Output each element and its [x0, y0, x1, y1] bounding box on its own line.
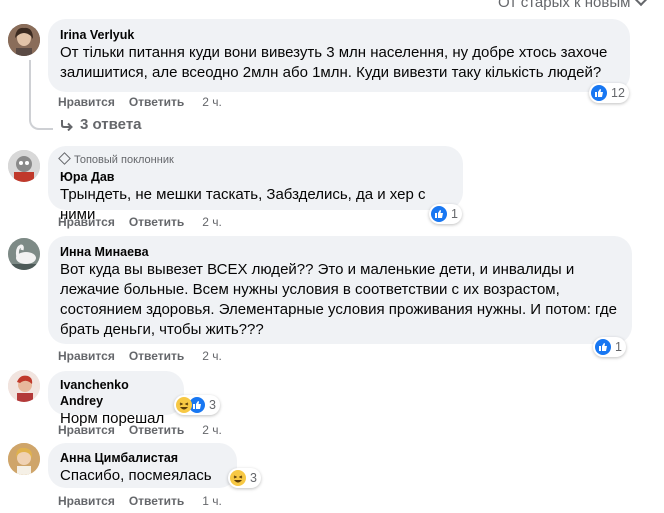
comment-timestamp[interactable]: 1 ч.	[202, 494, 222, 508]
chevron-down-icon	[634, 0, 649, 7]
comment-bubble: Анна Цимбалистая Спасибо, посмеялась	[48, 443, 237, 488]
like-icon	[431, 206, 447, 222]
thread-line	[29, 60, 53, 130]
comment-timestamp[interactable]: 2 ч.	[202, 423, 222, 437]
reaction-summary[interactable]: 1	[429, 204, 462, 224]
reaction-summary[interactable]: 3	[228, 468, 261, 488]
reaction-count: 3	[250, 471, 257, 485]
comment-text: От тільки питання куди вони вивезуть 3 м…	[60, 44, 608, 81]
like-button[interactable]: Нравится	[58, 95, 115, 109]
comment-text: Спасибо, посмеялась	[60, 467, 212, 484]
comment-author[interactable]: Irina Verlyuk	[60, 27, 618, 43]
like-icon	[591, 85, 607, 101]
diamond-icon	[58, 152, 71, 165]
avatar[interactable]	[8, 24, 40, 56]
reaction-count: 3	[209, 398, 216, 412]
comment-author[interactable]: Инна Минаева	[60, 244, 620, 260]
comment-bubble: Инна Минаева Вот куда вы вывезет ВСЕХ лю…	[48, 236, 632, 344]
like-button[interactable]: Нравится	[58, 349, 115, 363]
comment-timestamp[interactable]: 2 ч.	[202, 95, 222, 109]
reply-arrow-icon	[61, 119, 73, 131]
reaction-summary[interactable]: 12	[589, 83, 629, 103]
haha-icon	[176, 397, 192, 413]
replies-label: 3 ответа	[80, 116, 142, 133]
view-replies-button[interactable]: 3 ответа	[60, 116, 142, 133]
comment-timestamp[interactable]: 2 ч.	[202, 215, 222, 229]
comment-bubble: Irina Verlyuk От тільки питання куди вон…	[48, 19, 630, 92]
comment-author[interactable]: Ivanchenko Andrey	[60, 377, 172, 409]
comment-timestamp[interactable]: 2 ч.	[202, 349, 222, 363]
avatar[interactable]	[8, 150, 40, 182]
top-fan-badge[interactable]: Топовый поклонник	[58, 152, 451, 167]
comment-author[interactable]: Юра Дав	[60, 169, 451, 185]
comment-bubble: Ivanchenko Andrey Норм порешал	[48, 371, 184, 427]
like-button[interactable]: Нравится	[58, 494, 115, 508]
badge-label: Топовый поклонник	[74, 154, 174, 166]
comment-bubble: Топовый поклонник Юра Дав Трындеть, не м…	[48, 146, 463, 223]
reply-button[interactable]: Ответить	[129, 215, 184, 229]
sort-label: От старых к новым	[498, 0, 631, 11]
avatar[interactable]	[8, 443, 40, 475]
comment-text: Вот куда вы вывезет ВСЕХ людей?? Это и м…	[60, 261, 617, 338]
reaction-summary[interactable]: 3	[174, 395, 220, 415]
like-icon	[595, 339, 611, 355]
reply-button[interactable]: Ответить	[129, 349, 184, 363]
comment-author[interactable]: Анна Цимбалистая	[60, 450, 225, 466]
reply-button[interactable]: Ответить	[129, 95, 184, 109]
haha-icon	[230, 470, 246, 486]
like-button[interactable]: Нравится	[58, 215, 115, 229]
reaction-summary[interactable]: 1	[593, 337, 626, 357]
like-button[interactable]: Нравится	[58, 423, 115, 437]
reply-button[interactable]: Ответить	[129, 494, 184, 508]
reaction-count: 1	[615, 340, 622, 354]
reaction-count: 12	[611, 86, 625, 100]
sort-dropdown[interactable]: От старых к новым	[498, 0, 649, 11]
reply-button[interactable]: Ответить	[129, 423, 184, 437]
avatar[interactable]	[8, 238, 40, 270]
avatar[interactable]	[8, 370, 40, 402]
reaction-count: 1	[451, 207, 458, 221]
